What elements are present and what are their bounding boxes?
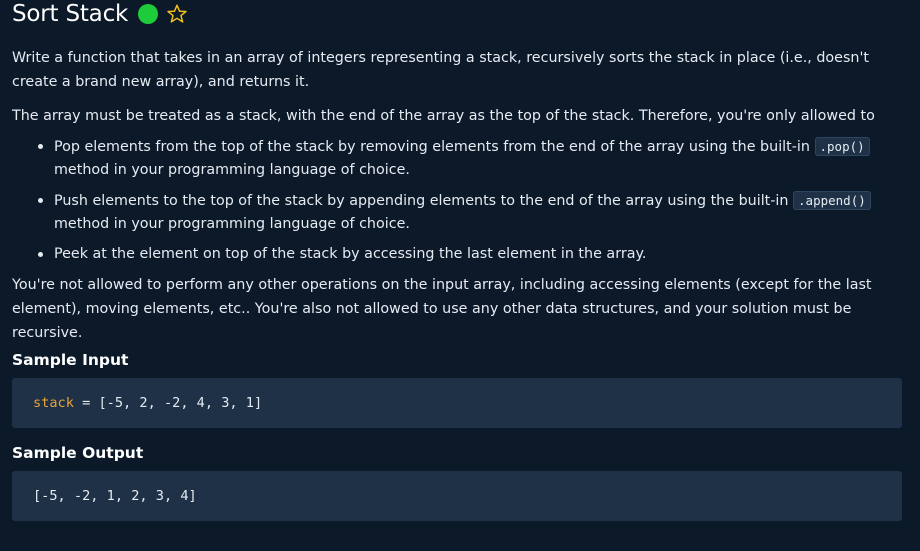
sample-input-variable: stack	[33, 395, 74, 411]
list-item-push: Push elements to the top of the stack by…	[38, 189, 904, 236]
problem-title: Sort Stack	[12, 1, 129, 27]
description-paragraph-1: Write a function that takes in an array …	[12, 50, 870, 90]
description-paragraph-2: The array must be treated as a stack, wi…	[12, 108, 875, 124]
problem-statement: Sort Stack Write a function that takes i…	[12, 0, 904, 521]
sample-input-code: stack = [-5, 2, -2, 4, 3, 1]	[12, 378, 902, 428]
star-outline-icon[interactable]	[166, 3, 188, 25]
list-item-peek: Peek at the element on top of the stack …	[38, 243, 904, 266]
pop-code: .pop()	[814, 137, 870, 156]
sample-input-heading: Sample Input	[12, 351, 129, 369]
sample-output-code: [-5, -2, 1, 2, 3, 4]	[12, 471, 902, 521]
difficulty-indicator-icon	[138, 4, 159, 24]
sample-input-value: = [-5, 2, -2, 4, 3, 1]	[73, 395, 263, 411]
sample-output-heading: Sample Output	[12, 444, 144, 462]
allowed-operations-list: Pop elements from the top of the stack b…	[12, 135, 904, 273]
append-code: .append()	[793, 191, 871, 210]
description-paragraph-3: You're not allowed to perform any other …	[12, 277, 872, 341]
title-row: Sort Stack	[12, 0, 904, 28]
list-item-pop: Pop elements from the top of the stack b…	[38, 135, 904, 182]
